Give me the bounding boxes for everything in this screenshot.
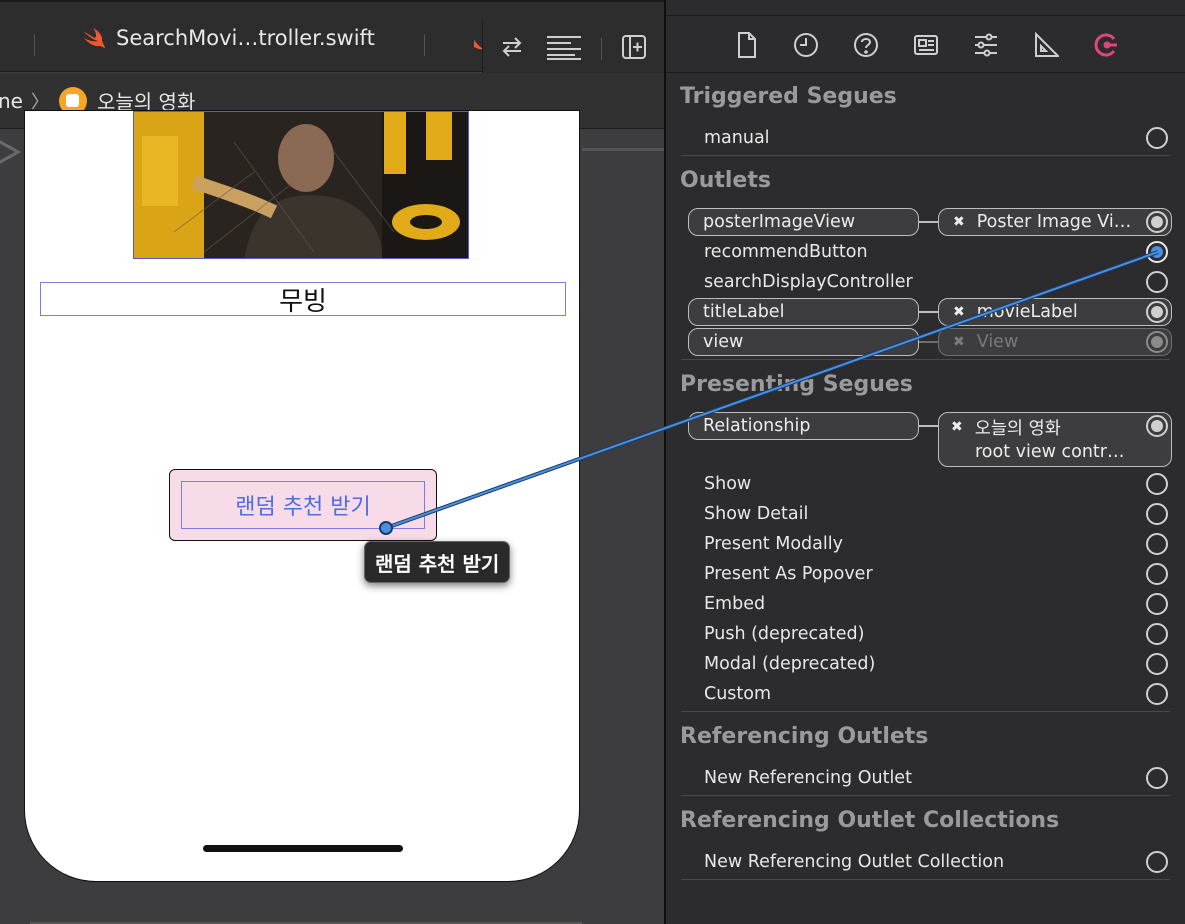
segue-custom: Custom xyxy=(704,684,772,704)
outlet-recommendButton[interactable]: recommendButton xyxy=(704,237,868,267)
outlet-target-label: Poster Image Vi… xyxy=(976,212,1132,232)
recommend-button[interactable]: 랜덤 추천 받기 xyxy=(181,481,425,529)
connection-circle xyxy=(1146,331,1168,353)
connector-line xyxy=(919,341,939,343)
relationship-target-detail: root view contr… xyxy=(975,442,1125,462)
tab-title: SearchMovi…troller.swift xyxy=(116,26,375,50)
section-triggered-segues: Triggered Segues xyxy=(680,84,897,109)
editor-tab-bar: SearchMovi…troller.swift xyxy=(0,0,664,74)
remove-connection-icon[interactable]: ✖ xyxy=(953,304,965,320)
size-ruler-icon[interactable] xyxy=(1033,31,1061,59)
home-indicator xyxy=(203,845,403,852)
connections-inspector: Triggered Segues manual Outlets posterIm… xyxy=(666,0,1185,924)
new-referencing-outlet-collection: New Referencing Outlet Collection xyxy=(704,852,1005,872)
outlet-titleLabel[interactable]: titleLabel xyxy=(688,298,919,326)
section-presenting-segues: Presenting Segues xyxy=(680,372,913,397)
add-editor-icon[interactable] xyxy=(621,34,647,60)
movie-title-label[interactable]: 무빙 xyxy=(40,282,566,317)
section-referencing-outlet-collections: Referencing Outlet Collections xyxy=(680,808,1060,833)
connection-circle[interactable] xyxy=(1146,533,1168,555)
connection-circle[interactable] xyxy=(1146,593,1168,615)
connection-circle[interactable] xyxy=(1146,271,1168,293)
separator xyxy=(682,359,1170,360)
movie-poster-image xyxy=(134,112,468,258)
segue-show: Show xyxy=(704,474,752,494)
connection-circle[interactable] xyxy=(1146,301,1168,323)
connection-circle[interactable] xyxy=(1146,127,1168,149)
separator xyxy=(682,155,1170,156)
segue-present-popover: Present As Popover xyxy=(704,564,873,584)
segue-relationship[interactable]: Relationship xyxy=(688,412,919,440)
recommend-button-frame: 랜덤 추천 받기 xyxy=(169,469,437,541)
separator xyxy=(682,795,1170,796)
outlet-searchDisplayController[interactable]: searchDisplayController xyxy=(704,267,913,297)
tab-separator xyxy=(424,34,425,56)
swap-arrows-icon[interactable] xyxy=(499,34,525,60)
connection-circle[interactable] xyxy=(1146,415,1168,437)
relationship-target[interactable]: ✖ 오늘의 영화 root view contr… xyxy=(938,412,1172,467)
connection-circle[interactable] xyxy=(1146,623,1168,645)
outlet-posterImageView[interactable]: posterImageView xyxy=(688,208,919,236)
scene-edge xyxy=(582,148,664,151)
identity-icon[interactable] xyxy=(913,31,939,59)
connector-line xyxy=(919,425,939,427)
connector-line xyxy=(919,311,939,313)
tab-separator xyxy=(34,34,35,56)
relationship-target-name: 오늘의 영화 xyxy=(974,418,1061,439)
editor-toolbar xyxy=(482,20,664,74)
section-outlets: Outlets xyxy=(680,168,771,193)
outlet-target-view: ✖ View xyxy=(938,328,1172,356)
outlet-target-label: View xyxy=(976,332,1019,352)
connector-line xyxy=(919,221,939,223)
attributes-icon[interactable] xyxy=(973,31,999,59)
outlet-target-poster[interactable]: ✖ Poster Image Vi… xyxy=(938,208,1172,236)
segue-push: Push (deprecated) xyxy=(704,624,865,644)
history-icon[interactable] xyxy=(793,31,819,59)
outlet-target-movieLabel[interactable]: ✖ movieLabel xyxy=(938,298,1172,326)
segue-show-detail: Show Detail xyxy=(704,504,809,524)
connection-circle[interactable] xyxy=(1146,851,1168,873)
tab-swift-file[interactable]: SearchMovi…troller.swift xyxy=(60,18,420,58)
segue-embed: Embed xyxy=(704,594,766,614)
connection-circle[interactable] xyxy=(1146,653,1168,675)
connection-circle[interactable] xyxy=(1146,563,1168,585)
connection-circle[interactable] xyxy=(1146,503,1168,525)
inspector-top-bar xyxy=(666,0,1185,16)
toolbar-separator xyxy=(601,38,602,60)
iphone-scene: 무빙 랜덤 추천 받기 xyxy=(24,110,580,882)
connections-icon[interactable] xyxy=(1093,31,1119,59)
connection-circle[interactable] xyxy=(1146,473,1168,495)
lines-icon[interactable] xyxy=(545,34,583,60)
help-icon[interactable] xyxy=(853,31,879,59)
outlet-view[interactable]: view xyxy=(688,328,919,356)
segue-manual: manual xyxy=(704,128,770,148)
poster-image-view[interactable] xyxy=(133,111,469,259)
file-icon[interactable] xyxy=(734,31,760,59)
outlet-target-label: movieLabel xyxy=(976,302,1078,322)
remove-connection-icon[interactable]: ✖ xyxy=(951,419,963,435)
segue-modal: Modal (deprecated) xyxy=(704,654,876,674)
separator xyxy=(682,879,1170,880)
separator xyxy=(682,711,1170,712)
section-referencing-outlets: Referencing Outlets xyxy=(680,724,929,749)
storyboard-canvas[interactable]: 무빙 랜덤 추천 받기 랜덤 추천 받기 xyxy=(0,110,664,924)
inspector-tab-bar xyxy=(666,17,1185,73)
connection-circle[interactable] xyxy=(1146,211,1168,233)
new-referencing-outlet: New Referencing Outlet xyxy=(704,768,912,788)
entry-arrow-icon xyxy=(0,140,22,164)
segue-present-modally: Present Modally xyxy=(704,534,843,554)
remove-connection-icon: ✖ xyxy=(953,334,965,350)
storyboard-editor: SearchMovi…troller.swift ne 〉 오늘의 영화 무빙 … xyxy=(0,0,664,924)
swift-icon xyxy=(83,28,105,48)
connection-circle-active[interactable] xyxy=(1146,241,1168,263)
remove-connection-icon[interactable]: ✖ xyxy=(953,214,965,230)
connection-circle[interactable] xyxy=(1146,767,1168,789)
breadcrumb-item[interactable]: ne xyxy=(0,89,23,113)
connection-circle[interactable] xyxy=(1146,683,1168,705)
connection-tooltip: 랜덤 추천 받기 xyxy=(364,541,511,583)
